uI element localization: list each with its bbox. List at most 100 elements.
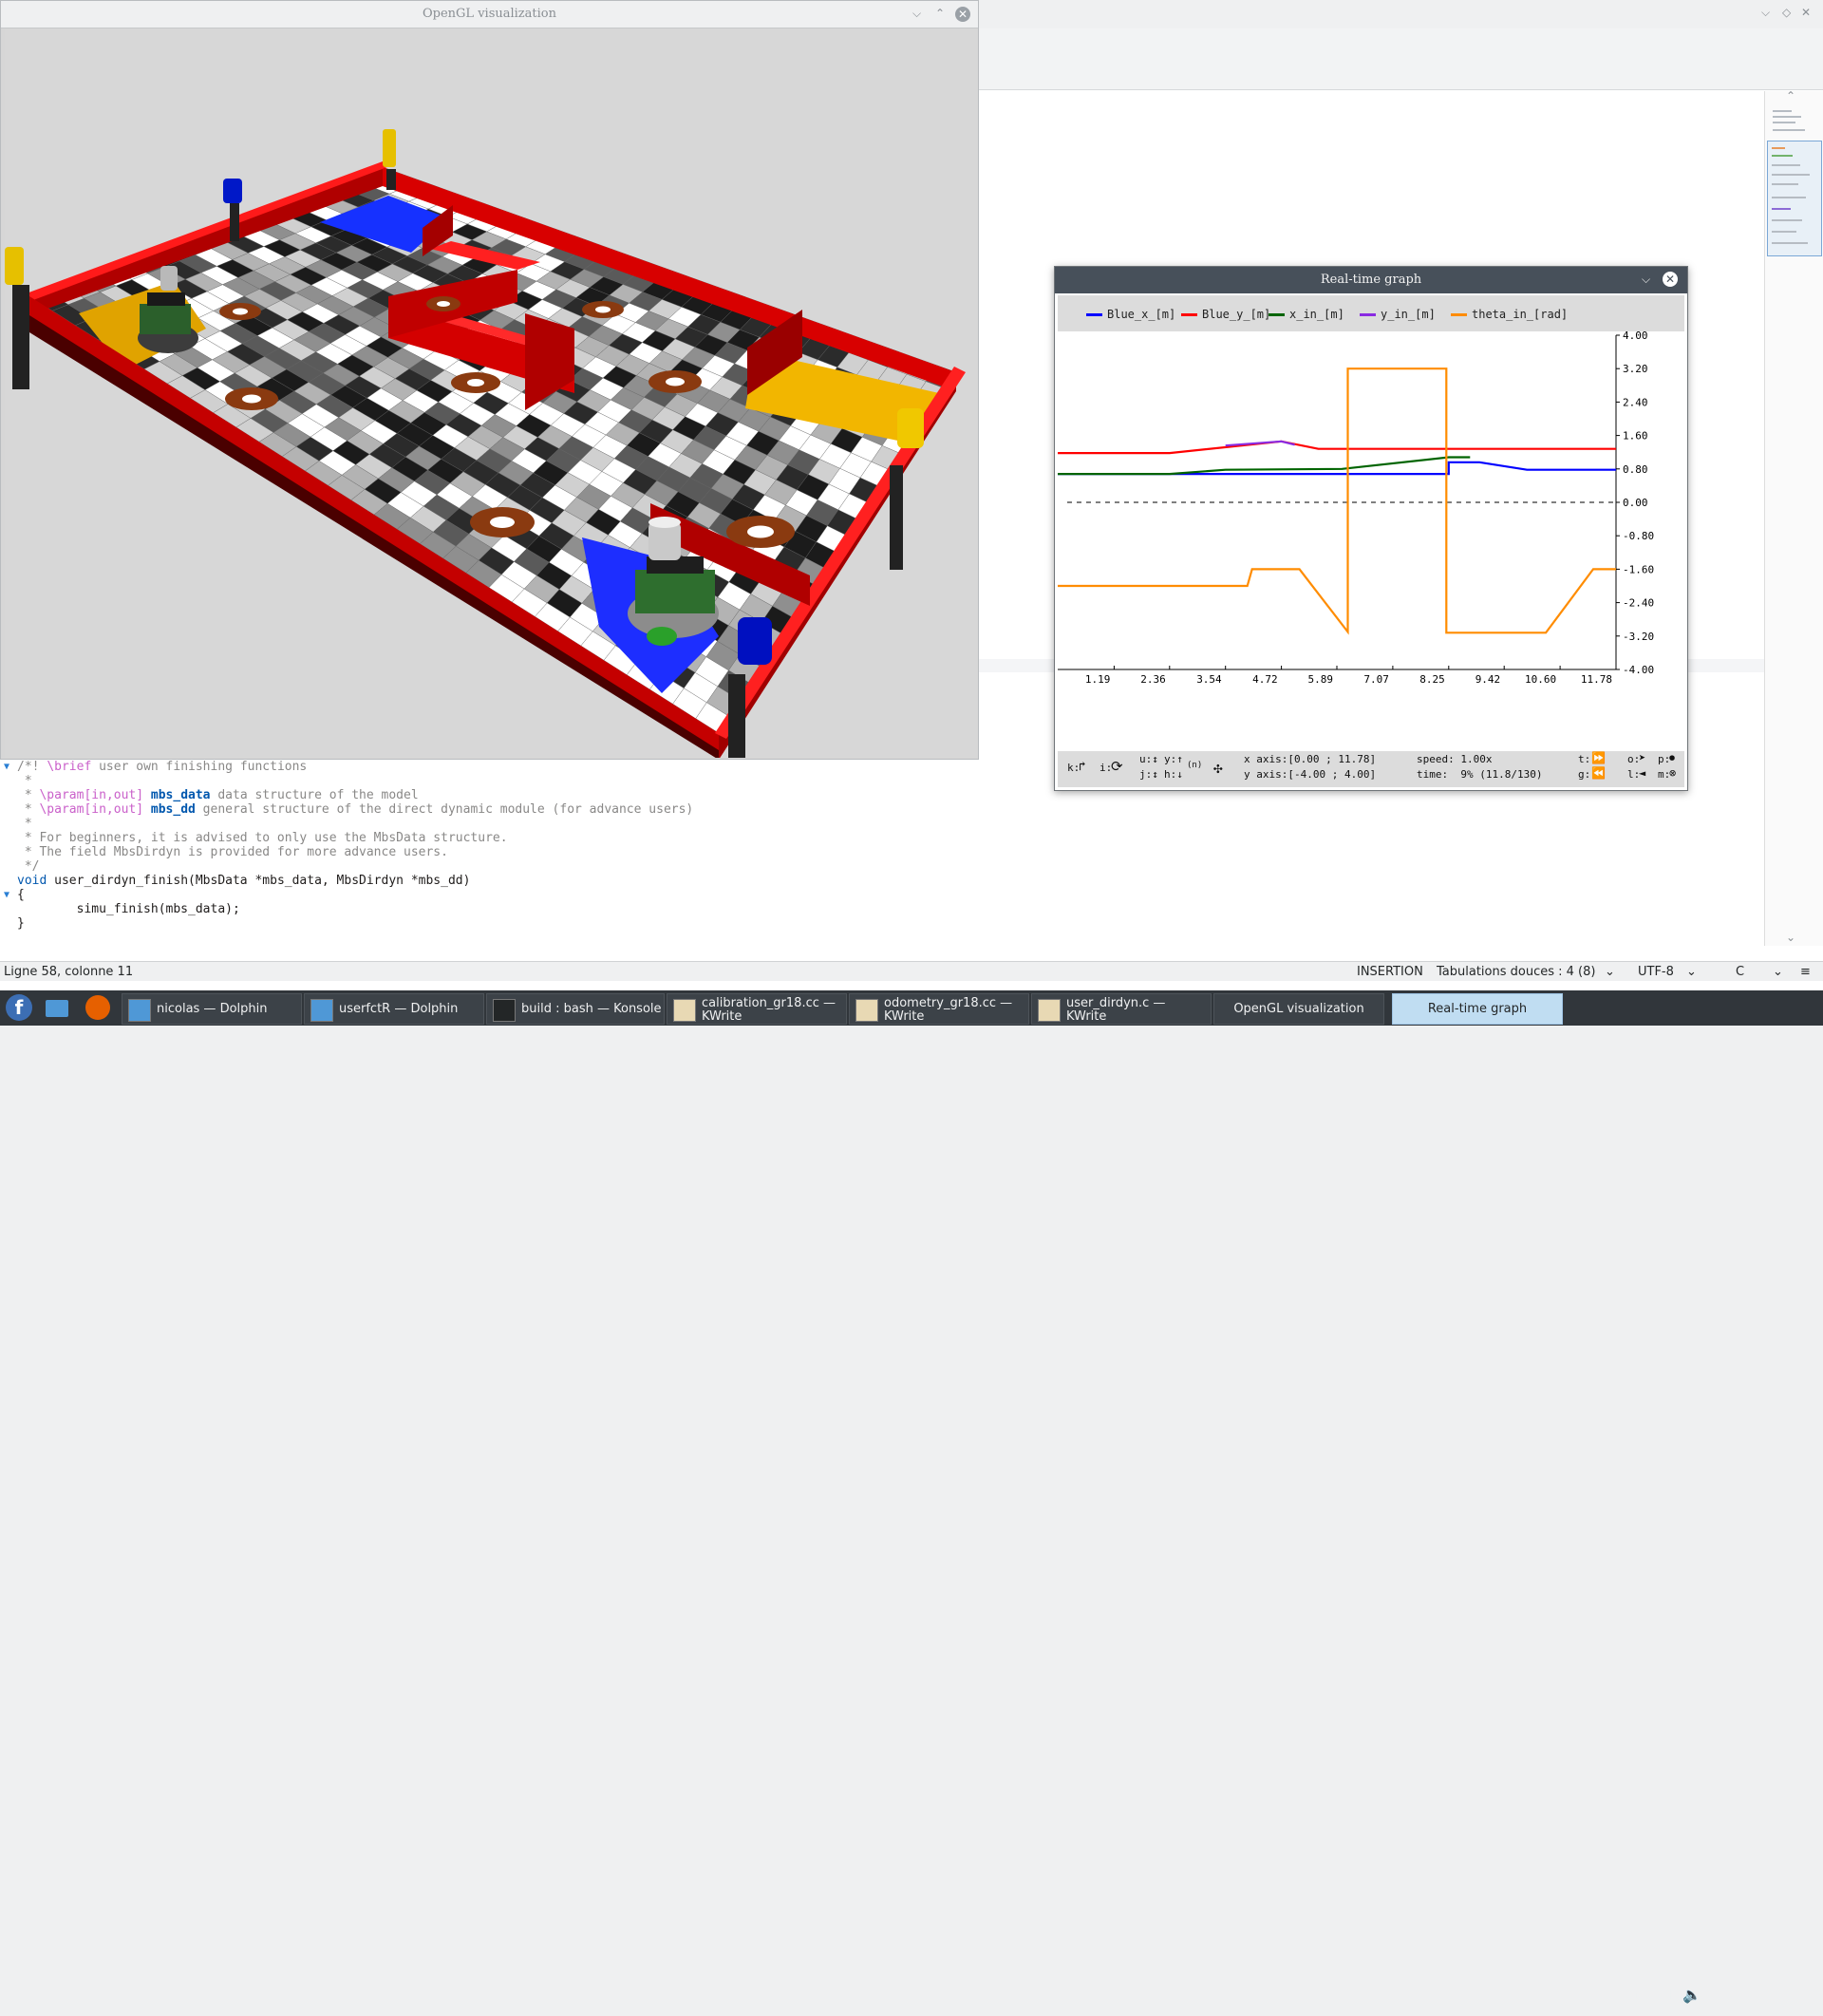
language-dropdown-icon[interactable]: ⌄ bbox=[1773, 965, 1783, 979]
indent-dropdown-icon[interactable]: ⌄ bbox=[1605, 965, 1615, 979]
terminal-icon bbox=[493, 999, 516, 1022]
code-token: * bbox=[17, 817, 32, 831]
text-editor-icon bbox=[1038, 999, 1061, 1022]
taskbar-item[interactable]: user_dirdyn.c — KWrite bbox=[1031, 993, 1212, 1025]
fast-forward-icon[interactable]: ⏩ bbox=[1591, 751, 1606, 764]
minimap[interactable]: ⌃ ⌄ bbox=[1764, 89, 1823, 946]
key-j-label: j:↕ bbox=[1139, 768, 1158, 781]
taskbar-item-sublabel: KWrite bbox=[702, 1009, 742, 1024]
code-token: * bbox=[17, 774, 32, 788]
stop-icon[interactable]: ⊗ bbox=[1669, 766, 1676, 780]
file-manager-icon[interactable] bbox=[46, 1000, 68, 1017]
taskbar-item[interactable]: Real-time graph bbox=[1392, 993, 1563, 1025]
minimize-icon[interactable]: ⌵ bbox=[912, 7, 921, 21]
clipboard-icon[interactable]: ❐ bbox=[1660, 1986, 1673, 2004]
x-tick-label: 5.89 bbox=[1308, 673, 1334, 686]
code-text: void user_dirdyn_finish(MbsData *mbs_dat… bbox=[17, 874, 470, 888]
input-mode[interactable]: INSERTION bbox=[1357, 965, 1423, 979]
folder-icon bbox=[128, 999, 151, 1022]
refresh-icon[interactable]: ⟳ bbox=[1111, 758, 1123, 775]
legend-swatch bbox=[1360, 313, 1376, 316]
code-token: mbs_data bbox=[150, 788, 211, 802]
legend-label: Blue_x_[m] bbox=[1107, 308, 1176, 321]
code-token: * bbox=[17, 788, 40, 802]
maximize-icon[interactable]: ⌃ bbox=[935, 7, 945, 20]
taskbar-item-label: nicolas — Dolphin bbox=[157, 1002, 268, 1016]
folder-icon bbox=[310, 999, 333, 1022]
taskbar-item[interactable]: OpenGL visualization bbox=[1213, 993, 1384, 1025]
volume-icon[interactable]: 🔈 bbox=[1682, 1986, 1701, 2004]
opengl-window[interactable]: OpenGL visualization ⌵ ⌃ ✕ bbox=[0, 0, 979, 760]
taskbar-item[interactable]: build : bash — Konsole bbox=[486, 993, 665, 1025]
taskbar-item-label: Real-time graph bbox=[1427, 1002, 1528, 1016]
y-tick-label: 2.40 bbox=[1623, 396, 1648, 408]
legend-entry: Blue_x_[m] bbox=[1086, 308, 1175, 321]
user-icon[interactable]: ☺ bbox=[1612, 1986, 1628, 2004]
legend-swatch bbox=[1269, 313, 1285, 316]
code-token: * bbox=[17, 802, 40, 817]
graph-window-title: Real-time graph bbox=[1320, 273, 1422, 287]
code-text: /*! \brief user own finishing functions bbox=[17, 760, 307, 774]
encoding-setting[interactable]: UTF-8 bbox=[1638, 965, 1674, 979]
scroll-up-icon[interactable]: ⌃ bbox=[1786, 89, 1795, 103]
indentation-setting[interactable]: Tabulations douces : 4 (8) bbox=[1437, 965, 1595, 979]
close-icon[interactable]: ✕ bbox=[1801, 6, 1811, 19]
wifi-icon[interactable]: ⌔ bbox=[1589, 1986, 1604, 2005]
firefox-icon[interactable] bbox=[85, 995, 110, 1020]
realtime-graph-window[interactable]: Real-time graph ⌵ ✕ Blue_x_[m] Blue_y_[m]… bbox=[1054, 266, 1688, 791]
hamburger-menu-icon[interactable]: ≡ bbox=[1800, 965, 1811, 979]
minimize-icon[interactable]: ⌵ bbox=[1642, 273, 1650, 287]
graph-plot-area[interactable]: 4.00 3.20 2.40 1.60 0.80 0.00 -0.80 -1.60 -2.40 -… bbox=[1058, 331, 1684, 721]
y-tick-label: -1.60 bbox=[1623, 563, 1654, 575]
y-tick-label: -0.80 bbox=[1623, 530, 1654, 542]
taskbar-item-label: build : bash — Konsole bbox=[521, 1002, 662, 1016]
key-h-label: h:↓ bbox=[1164, 768, 1183, 781]
taskbar-item[interactable]: odometry_gr18.cc — KWrite bbox=[849, 993, 1029, 1025]
3d-scene[interactable] bbox=[5, 28, 977, 758]
y-tick-label: 4.00 bbox=[1623, 331, 1648, 342]
close-icon[interactable]: ✕ bbox=[1663, 272, 1678, 287]
editor-toolbar bbox=[979, 28, 1823, 90]
legend-label: y_in_[m] bbox=[1381, 308, 1436, 321]
code-text: { bbox=[17, 888, 25, 902]
battery-icon[interactable]: ▭ bbox=[1635, 1986, 1649, 2004]
move-icon[interactable]: ✣ bbox=[1213, 759, 1223, 777]
speed-value: speed: 1.00x bbox=[1417, 753, 1493, 765]
x-tick-label: 2.36 bbox=[1140, 673, 1166, 686]
y-tick-label: 3.20 bbox=[1623, 363, 1648, 375]
clock[interactable]: 16:55 bbox=[1734, 1982, 1818, 2016]
fedora-menu-icon[interactable]: f bbox=[6, 994, 32, 1021]
arrow-right-icon[interactable]: ➤ bbox=[1639, 751, 1645, 764]
code-token: user own finishing functions bbox=[91, 760, 308, 774]
encoding-dropdown-icon[interactable]: ⌄ bbox=[1686, 965, 1697, 979]
taskbar-item[interactable]: nicolas — Dolphin bbox=[122, 993, 302, 1025]
turn-right-icon[interactable]: ↱ bbox=[1079, 760, 1086, 774]
minimize-icon[interactable]: ⌵ bbox=[1761, 6, 1770, 20]
tray-expand-icon[interactable]: ▲ bbox=[1711, 1986, 1722, 2004]
fold-marker-icon[interactable]: ▼ bbox=[4, 760, 15, 774]
minimap-viewport[interactable] bbox=[1767, 141, 1822, 256]
key-n-label: (n) bbox=[1187, 761, 1203, 770]
fold-marker-icon[interactable]: ▼ bbox=[4, 888, 15, 902]
text-editor-icon bbox=[855, 999, 878, 1022]
taskbar-item[interactable]: userfctR — Dolphin bbox=[304, 993, 484, 1025]
opengl-window-title: OpenGL visualization bbox=[423, 7, 556, 21]
scroll-down-icon[interactable]: ⌄ bbox=[1786, 931, 1795, 944]
y-tick-label: -4.00 bbox=[1623, 664, 1654, 676]
key-u-label: u:↕ bbox=[1139, 753, 1158, 765]
code-token: * For beginners, it is advised to only u… bbox=[17, 831, 508, 845]
code-text: simu_finish(mbs_data); bbox=[17, 902, 240, 916]
graph-plot: 4.00 3.20 2.40 1.60 0.80 0.00 -0.80 -1.60 -2.40 -… bbox=[1058, 331, 1654, 686]
maximize-icon[interactable]: ◇ bbox=[1782, 6, 1791, 19]
close-icon[interactable]: ✕ bbox=[955, 7, 970, 22]
language-mode[interactable]: C bbox=[1736, 965, 1744, 979]
pause-icon[interactable]: ⏺ bbox=[1669, 751, 1675, 765]
graph-titlebar[interactable]: Real-time graph ⌵ ✕ bbox=[1055, 267, 1687, 293]
arrow-left-icon[interactable]: ◄ bbox=[1639, 766, 1645, 780]
taskbar-item[interactable]: calibration_gr18.cc — KWrite bbox=[667, 993, 847, 1025]
time-value: time: 9% (11.8/130) bbox=[1417, 768, 1543, 781]
opengl-titlebar[interactable]: OpenGL visualization ⌵ ⌃ ✕ bbox=[1, 1, 978, 28]
code-token: * The field MbsDirdyn is provided for mo… bbox=[17, 845, 448, 859]
rewind-icon[interactable]: ⏪ bbox=[1591, 766, 1606, 780]
